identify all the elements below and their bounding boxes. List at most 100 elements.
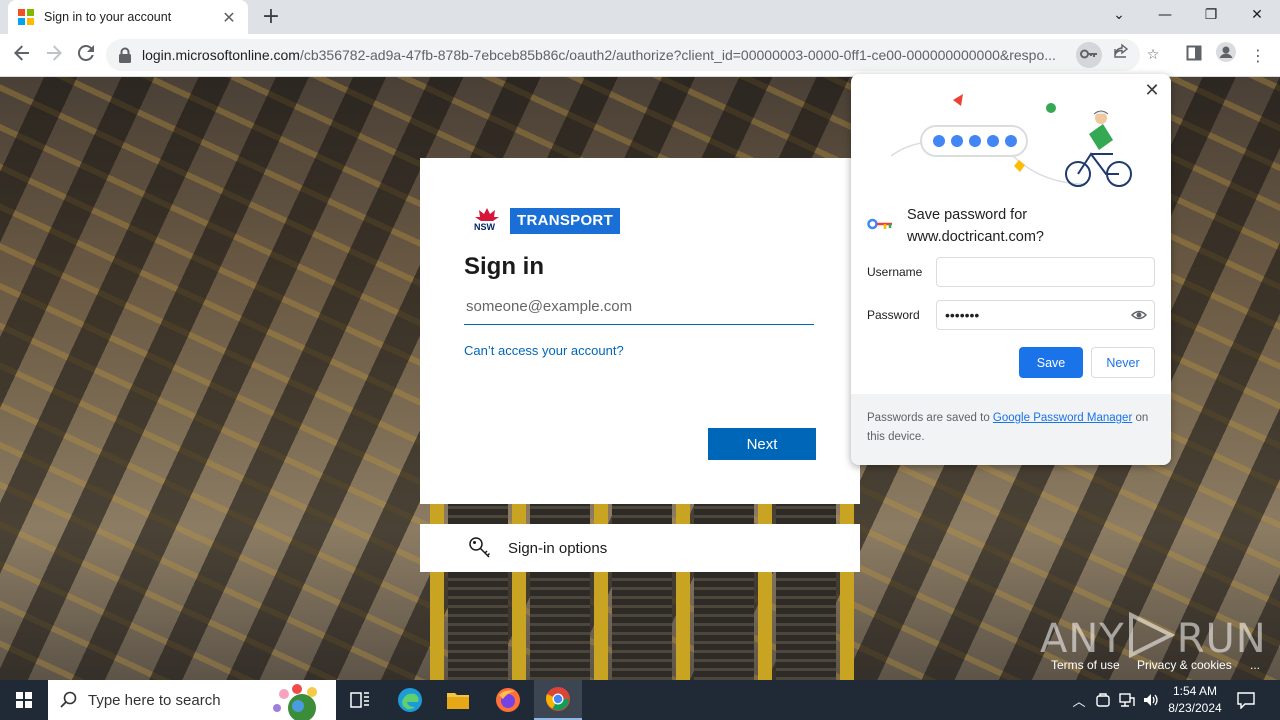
page-title: Sign in [464, 253, 544, 280]
chevron-up-icon[interactable]: ︿ [1070, 691, 1088, 710]
address-bar[interactable]: login.microsoftonline.com/cb356782-ad9a-… [106, 39, 1159, 71]
search-placeholder: Type here to search [88, 691, 221, 709]
search-highlight-icon [273, 684, 317, 720]
play-logo-icon [1128, 611, 1176, 659]
password-manager-link[interactable]: Google Password Manager [993, 412, 1132, 424]
close-icon[interactable]: ✕ [1141, 80, 1163, 102]
signin-options-button[interactable]: Sign-in options [420, 524, 860, 572]
taskbar-chrome[interactable] [534, 680, 582, 720]
cant-access-link[interactable]: Can’t access your account? [464, 343, 816, 358]
bookmark-star-icon[interactable]: ☆ [1140, 42, 1166, 68]
task-view-button[interactable] [336, 680, 384, 720]
watermark-run: RUN [1176, 616, 1267, 662]
taskbar-firefox[interactable] [484, 680, 532, 720]
background-rail [840, 490, 854, 680]
tab-title: Sign in to your account [44, 10, 172, 24]
windows-taskbar: Type here to search ︿ 1:54 AM 8/23/2024 [0, 680, 1280, 720]
profile-avatar-icon[interactable] [1212, 42, 1240, 70]
reload-button[interactable] [72, 42, 100, 70]
clock-date: 8/23/2024 [1168, 701, 1222, 715]
signin-options-label: Sign-in options [508, 539, 608, 557]
background-rail [594, 490, 608, 680]
chrome-icon [546, 687, 570, 711]
never-button[interactable]: Never [1091, 347, 1155, 378]
footer-text: Passwords are saved to [867, 412, 993, 424]
url-path: /cb356782-ad9a-47fb-878b-7ebceb85b86c/oa… [299, 47, 1056, 63]
nsw-text: NSW [474, 222, 495, 232]
background-rail [758, 490, 772, 680]
anyrun-watermark: ANY RUN [1040, 611, 1267, 662]
edge-icon [398, 688, 422, 712]
clock-time: 1:54 AM [1172, 684, 1218, 698]
background-rail [430, 490, 444, 680]
more-options-link[interactable]: ... [1250, 658, 1260, 672]
terms-link[interactable]: Terms of use [1051, 658, 1120, 672]
password-key-icon[interactable] [1076, 42, 1102, 68]
next-button[interactable]: Next [708, 428, 816, 460]
save-password-dialog: ✕ Save password for www.doctricant.com? … [851, 74, 1171, 465]
username-field[interactable] [936, 257, 1155, 287]
close-window-button[interactable]: ✕ [1234, 0, 1280, 30]
folder-icon [447, 693, 469, 709]
start-button[interactable] [0, 680, 48, 720]
network-icon[interactable] [1118, 692, 1136, 708]
minimize-button[interactable]: — [1142, 0, 1188, 30]
taskbar-clock[interactable]: 1:54 AM 8/23/2024 [1160, 683, 1230, 717]
tab-close-icon[interactable]: ✕ [220, 8, 238, 27]
firefox-icon [496, 688, 520, 712]
save-password-header: Save password for www.doctricant.com? [867, 204, 1044, 248]
save-button[interactable]: Save [1019, 347, 1083, 378]
dialog-footer: Passwords are saved to Google Password M… [851, 394, 1171, 465]
taskbar-file-explorer[interactable] [434, 680, 482, 720]
username-label: Username [867, 265, 923, 279]
password-key-icon [867, 217, 893, 233]
arrow-left-icon [14, 45, 29, 61]
notification-center-button[interactable] [1236, 680, 1256, 720]
url-host: login.microsoftonline.com [142, 47, 300, 63]
browser-tab[interactable]: Sign in to your account ✕ [8, 0, 248, 34]
back-button[interactable] [8, 42, 36, 70]
password-field-wrapper [936, 300, 1155, 330]
dialog-title: Save password for www.doctricant.com? [907, 204, 1044, 248]
notification-icon [1237, 692, 1255, 709]
password-field[interactable] [936, 300, 1155, 330]
dialog-title-line1: Save password for [907, 207, 1028, 223]
password-illustration [890, 84, 1136, 194]
windows-logo-icon [16, 692, 32, 708]
background-rail [512, 490, 526, 680]
password-row: Password [867, 300, 1155, 330]
password-label: Password [867, 308, 920, 322]
chrome-menu-icon[interactable]: ⋮ [1244, 42, 1272, 70]
system-tray: ︿ [1070, 680, 1160, 720]
eye-icon[interactable] [1130, 307, 1148, 323]
key-icon [468, 536, 492, 560]
dialog-title-line2: www.doctricant.com? [907, 229, 1044, 245]
tab-search-icon[interactable]: ⌄ [1096, 0, 1142, 30]
waratah-logo-icon: NSW [474, 207, 500, 235]
transport-wordmark: TRANSPORT [510, 208, 621, 234]
signin-card: NSW TRANSPORT Sign in Can’t access your … [420, 158, 860, 504]
tab-strip: Sign in to your account ✕ + ⌄ — ❐ ✕ [0, 0, 1280, 34]
restore-button[interactable]: ❐ [1188, 0, 1234, 30]
taskbar-edge[interactable] [386, 680, 434, 720]
search-icon [60, 691, 77, 708]
url-text[interactable]: login.microsoftonline.com/cb356782-ad9a-… [142, 47, 1067, 63]
browser-toolbar: login.microsoftonline.com/cb356782-ad9a-… [0, 34, 1280, 77]
username-row: Username [867, 257, 1155, 287]
new-tab-button[interactable]: + [258, 4, 284, 30]
taskbar-search[interactable]: Type here to search [48, 680, 336, 720]
email-field[interactable] [464, 289, 814, 325]
lock-icon[interactable] [118, 47, 134, 63]
arrow-right-icon [47, 45, 62, 61]
forward-button[interactable] [40, 42, 68, 70]
transport-logo: NSW TRANSPORT [474, 206, 816, 236]
share-icon[interactable] [1108, 42, 1134, 68]
background-rail [676, 490, 690, 680]
task-view-icon [350, 692, 369, 708]
privacy-link[interactable]: Privacy & cookies [1137, 658, 1232, 672]
side-panel-icon[interactable] [1180, 42, 1208, 70]
watermark-any: ANY [1040, 616, 1125, 662]
microsoft-logo-icon [18, 9, 34, 25]
volume-icon[interactable] [1142, 692, 1160, 708]
security-icon[interactable] [1094, 692, 1112, 708]
